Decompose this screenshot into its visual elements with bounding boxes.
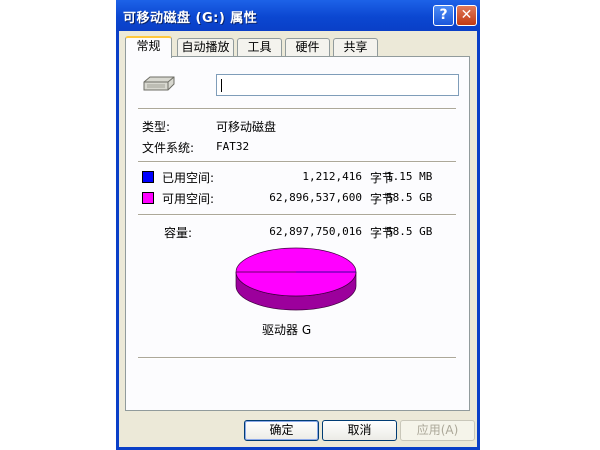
- used-space-label: 已用空间:: [162, 171, 215, 185]
- separator: [138, 161, 456, 163]
- used-space-bytes: 1,212,416: [302, 170, 362, 183]
- tab-autoplay[interactable]: 自动播放: [177, 38, 234, 56]
- separator: [138, 357, 456, 359]
- free-space-bytes: 62,896,537,600: [269, 191, 362, 204]
- capacity-label: 容量:: [164, 226, 193, 240]
- ok-button[interactable]: 确定: [244, 420, 319, 441]
- used-space-swatch: [142, 171, 154, 183]
- filesystem-label: 文件系统:: [142, 141, 195, 155]
- help-button[interactable]: ?: [433, 5, 454, 26]
- capacity-bytes: 62,897,750,016: [269, 225, 362, 238]
- properties-window: 可移动磁盘 (G:) 属性 ? ✕ 常规 自动播放 工具 硬件 共享 类型: 可…: [116, 0, 480, 450]
- free-space-label: 可用空间:: [162, 192, 215, 206]
- tab-general[interactable]: 常规: [125, 36, 172, 58]
- general-panel: 类型: 可移动磁盘 文件系统: FAT32 已用空间: 1,212,416 字节…: [125, 56, 470, 411]
- type-value: 可移动磁盘: [216, 120, 277, 134]
- tab-sharing[interactable]: 共享: [333, 38, 378, 56]
- volume-name-input[interactable]: [216, 74, 459, 96]
- dialog-client: 常规 自动播放 工具 硬件 共享 类型: 可移动磁盘 文件系统: FAT32 已…: [119, 31, 477, 447]
- removable-drive-icon: [143, 76, 175, 91]
- drive-label: 驱动器 G: [262, 323, 312, 337]
- cancel-button[interactable]: 取消: [322, 420, 397, 441]
- text-caret: [221, 79, 222, 92]
- close-button[interactable]: ✕: [456, 5, 477, 26]
- apply-button[interactable]: 应用(A): [400, 420, 475, 441]
- separator: [138, 108, 456, 110]
- separator: [138, 214, 456, 216]
- title-bar[interactable]: 可移动磁盘 (G:) 属性 ? ✕: [116, 0, 480, 31]
- tab-hardware[interactable]: 硬件: [285, 38, 330, 56]
- window-title: 可移动磁盘 (G:) 属性: [123, 11, 258, 26]
- free-space-swatch: [142, 192, 154, 204]
- type-label: 类型:: [142, 120, 171, 134]
- used-space-size: 1.15 MB: [386, 170, 433, 183]
- filesystem-value: FAT32: [216, 140, 250, 153]
- tab-tools[interactable]: 工具: [237, 38, 282, 56]
- free-space-size: 58.5 GB: [386, 191, 433, 204]
- capacity-size: 58.5 GB: [386, 225, 433, 238]
- disk-usage-pie-chart: [235, 247, 357, 311]
